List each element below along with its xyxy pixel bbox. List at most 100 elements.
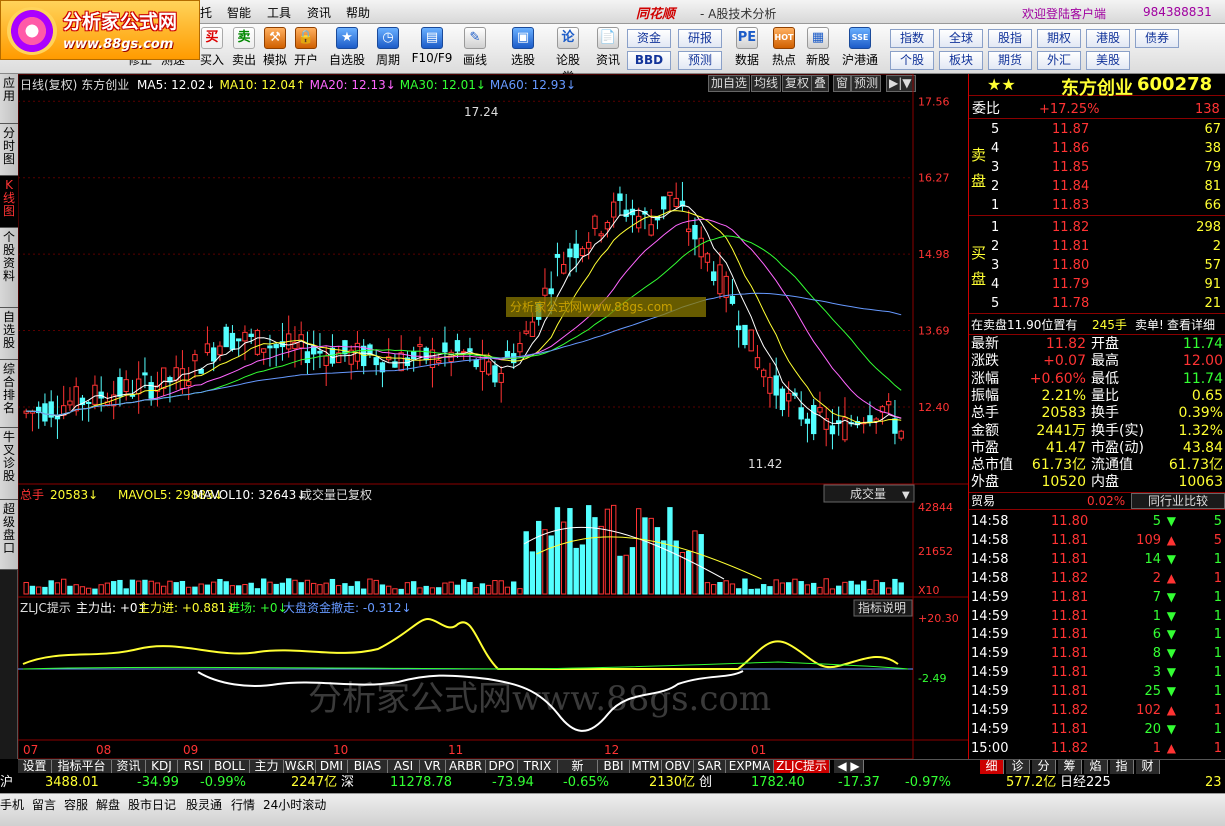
bottom-bar-item-0[interactable]: 手机 (0, 796, 24, 813)
bottom-bar-item-2[interactable]: 容服 (64, 796, 88, 813)
indicator-tab-新dma[interactable]: 新DMA (558, 760, 598, 786)
notice-detail-link[interactable]: 查看详细 (1167, 316, 1215, 335)
indicator-tab-vr[interactable]: VR (420, 760, 446, 774)
menu-item-smart[interactable]: 智能 (227, 4, 251, 21)
quote-tab-1[interactable]: 诊 (1006, 760, 1030, 774)
left-tab-2[interactable]: K线图 (0, 176, 18, 228)
buy-level-4[interactable]: 4 11.79 91 (969, 275, 1225, 294)
left-tab-7[interactable]: 超级盘口 (0, 500, 18, 570)
indicator-tab-指标平台[interactable]: 指标平台 (52, 760, 112, 774)
toolbar-research-button[interactable]: 研报 (678, 29, 722, 48)
left-tab-3[interactable]: 个股资料 (0, 228, 18, 308)
toolbar-hk-button[interactable]: SSE 沪港通 (839, 27, 881, 68)
indicator-tab-bias[interactable]: BIAS (348, 760, 388, 774)
sz-change: -73.94 (492, 775, 534, 790)
indicator-tab-dpo[interactable]: DPO (486, 760, 518, 774)
sell-level-1[interactable]: 1 11.83 66 (969, 196, 1225, 215)
sell-level-2[interactable]: 2 11.84 81 (969, 177, 1225, 196)
welcome-link[interactable]: 欢迎登陆客户端 (1022, 5, 1106, 22)
toolbar-f10-button[interactable]: ▤ F10/F9 (411, 27, 453, 65)
sell-level-4[interactable]: 4 11.86 38 (969, 139, 1225, 158)
sell-level-5[interactable]: 5 11.87 67 (969, 120, 1225, 139)
quote-tab-6[interactable]: 财 (1136, 760, 1160, 774)
toolbar-lock-button[interactable]: 🔒 开户 (290, 27, 322, 68)
toolbar-market-1-2[interactable]: 期货 (988, 51, 1032, 70)
indicator-tab-asi[interactable]: ASI (388, 760, 420, 774)
favorite-star-icon[interactable]: ★★ (987, 75, 1016, 94)
toolbar-clock-button[interactable]: ◷ 周期 (372, 27, 404, 68)
toolbar-star-button[interactable]: ★ 自选股 (326, 27, 368, 68)
left-tab-0[interactable]: 应用 (0, 74, 18, 124)
buy-level-2[interactable]: 2 11.81 2 (969, 237, 1225, 256)
indicator-tab-rsi[interactable]: RSI (178, 760, 210, 774)
toolbar-market-0-0[interactable]: 指数 (890, 29, 934, 48)
bottom-bar-item-7[interactable]: 24小时滚动 (263, 796, 326, 813)
indicator-tab-obv[interactable]: OBV (662, 760, 694, 774)
toolbar-funds-button[interactable]: 资金 (627, 29, 671, 48)
toolbar-market-1-1[interactable]: 板块 (939, 51, 983, 70)
toolbar-forecast-button[interactable]: 预测 (678, 51, 722, 70)
left-tab-6[interactable]: 牛叉诊股 (0, 428, 18, 500)
tab-scroll-arrows-icon[interactable]: ◀ ▶ (834, 760, 864, 774)
left-tab-1[interactable]: 分时图 (0, 124, 18, 176)
toolbar-market-0-1[interactable]: 全球 (939, 29, 983, 48)
indicator-tab-dmi[interactable]: DMI (316, 760, 348, 774)
menu-item-news[interactable]: 资讯 (307, 4, 331, 21)
toolbar-hot-button[interactable]: HOT 热点 (768, 27, 800, 68)
indicator-tab-bbi[interactable]: BBI (598, 760, 630, 774)
toolbar-bbd-button[interactable]: BBD (627, 51, 671, 70)
toolbar-ipo-button[interactable]: ▦ 新股 (802, 27, 834, 68)
sell-level-3[interactable]: 3 11.85 79 (969, 158, 1225, 177)
bottom-bar-item-1[interactable]: 留言 (32, 796, 56, 813)
toolbar-market-1-4[interactable]: 美股 (1086, 51, 1130, 70)
chart-canvas[interactable]: 17.56 16.27 14.98 13.69 12.40 17.24 11.42 分析家公式… (18, 74, 968, 759)
indicator-tab-sar[interactable]: SAR (694, 760, 726, 774)
toolbar-select-button[interactable]: ▣ 选股 (507, 27, 539, 68)
bottom-bar-item-6[interactable]: 行情 (231, 796, 255, 813)
chevron-down-icon[interactable]: ▼ (902, 490, 910, 501)
bottom-bar-item-5[interactable]: 股灵通 (186, 796, 222, 813)
indicator-tab-w&r[interactable]: W&R (284, 760, 316, 774)
quote-tab-0[interactable]: 细 (980, 760, 1004, 774)
bottom-bar-item-4[interactable]: 股市日记 (128, 796, 176, 813)
toolbar-market-0-3[interactable]: 期权 (1037, 29, 1081, 48)
toolbar-pen-button[interactable]: ✎ 画线 (459, 27, 491, 68)
indicator-tab-设置[interactable]: 设置 (18, 760, 52, 774)
toolbar-market-1-0[interactable]: 个股 (890, 51, 934, 70)
quote-tab-3[interactable]: 筹 (1058, 760, 1082, 774)
buy-level-1[interactable]: 1 11.82 298 (969, 218, 1225, 237)
left-tab-4[interactable]: 自选股 (0, 308, 18, 360)
left-tab-5[interactable]: 综合排名 (0, 360, 18, 428)
indicator-tab-trix[interactable]: TRIX (518, 760, 558, 774)
toolbar-market-0-5[interactable]: 债券 (1135, 29, 1179, 48)
indicator-tab-arbr[interactable]: ARBR (446, 760, 486, 774)
buy-level-3[interactable]: 3 11.80 57 (969, 256, 1225, 275)
toolbar-pe-button[interactable]: PE 数据 (731, 27, 763, 68)
toolbar-sell-button[interactable]: 卖卖出 (228, 27, 260, 68)
toolbar-market-1-3[interactable]: 外汇 (1037, 51, 1081, 70)
toolbar-market-0-4[interactable]: 港股 (1086, 29, 1130, 48)
menu-item-0[interactable]: 托 (200, 4, 212, 21)
quote-tab-5[interactable]: 指 (1110, 760, 1134, 774)
indicator-tab-zljc提示[interactable]: ZLJC提示 (774, 760, 830, 774)
candle-body (579, 248, 586, 257)
tick-count: 1 (1213, 684, 1222, 700)
industry-compare-button[interactable]: 同行业比较 (1131, 493, 1225, 509)
toolbar-news-button[interactable]: 📄 资讯 (592, 27, 624, 68)
indicator-tab-kdj[interactable]: KDJ (146, 760, 178, 774)
bottom-bar-item-3[interactable]: 解盘 (96, 796, 120, 813)
buy-level-5[interactable]: 5 11.78 21 (969, 294, 1225, 313)
toolbar-hammer-button[interactable]: ⚒ 模拟 (259, 27, 291, 68)
toolbar-buy-button[interactable]: 买买入 (196, 27, 228, 68)
indicator-tab-资讯[interactable]: 资讯 (112, 760, 146, 774)
indicator-tab-mtm[interactable]: MTM (630, 760, 662, 774)
menu-item-tools[interactable]: 工具 (267, 4, 291, 21)
indicator-tab-expma[interactable]: EXPMA (726, 760, 774, 774)
quote-tab-4[interactable]: 焰 (1084, 760, 1108, 774)
toolbar-market-0-2[interactable]: 股指 (988, 29, 1032, 48)
quote-tab-2[interactable]: 分 (1032, 760, 1056, 774)
volume-bar (323, 582, 329, 595)
indicator-tab-主力[interactable]: 主力 (250, 760, 284, 774)
menu-item-help[interactable]: 帮助 (346, 4, 370, 21)
indicator-tab-boll[interactable]: BOLL (210, 760, 250, 774)
